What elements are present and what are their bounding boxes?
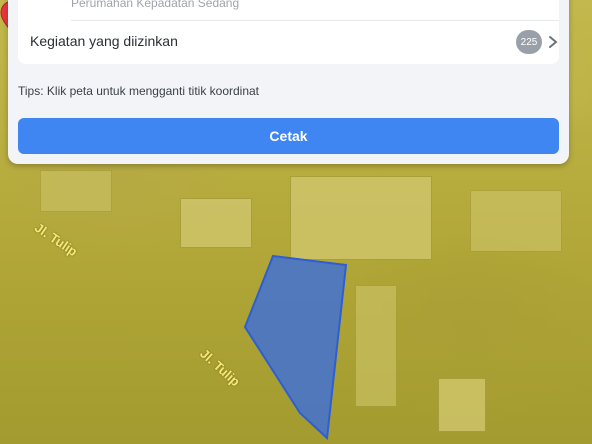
divider xyxy=(71,20,559,21)
activities-count-badge: 225 xyxy=(516,30,542,54)
zone-info-box: Perumahan Kepadatan Sedang Kegiatan yang… xyxy=(18,0,559,64)
parcel-polygon[interactable] xyxy=(243,254,348,441)
allowed-activities-label[interactable]: Kegiatan yang diizinkan xyxy=(30,33,178,49)
print-button[interactable]: Cetak xyxy=(18,118,559,154)
zone-subtitle: Perumahan Kepadatan Sedang xyxy=(71,0,240,10)
info-panel: Perumahan Kepadatan Sedang Kegiatan yang… xyxy=(8,0,569,164)
chevron-right-icon[interactable] xyxy=(546,35,560,49)
tips-text: Tips: Klik peta untuk mengganti titik ko… xyxy=(18,84,260,98)
